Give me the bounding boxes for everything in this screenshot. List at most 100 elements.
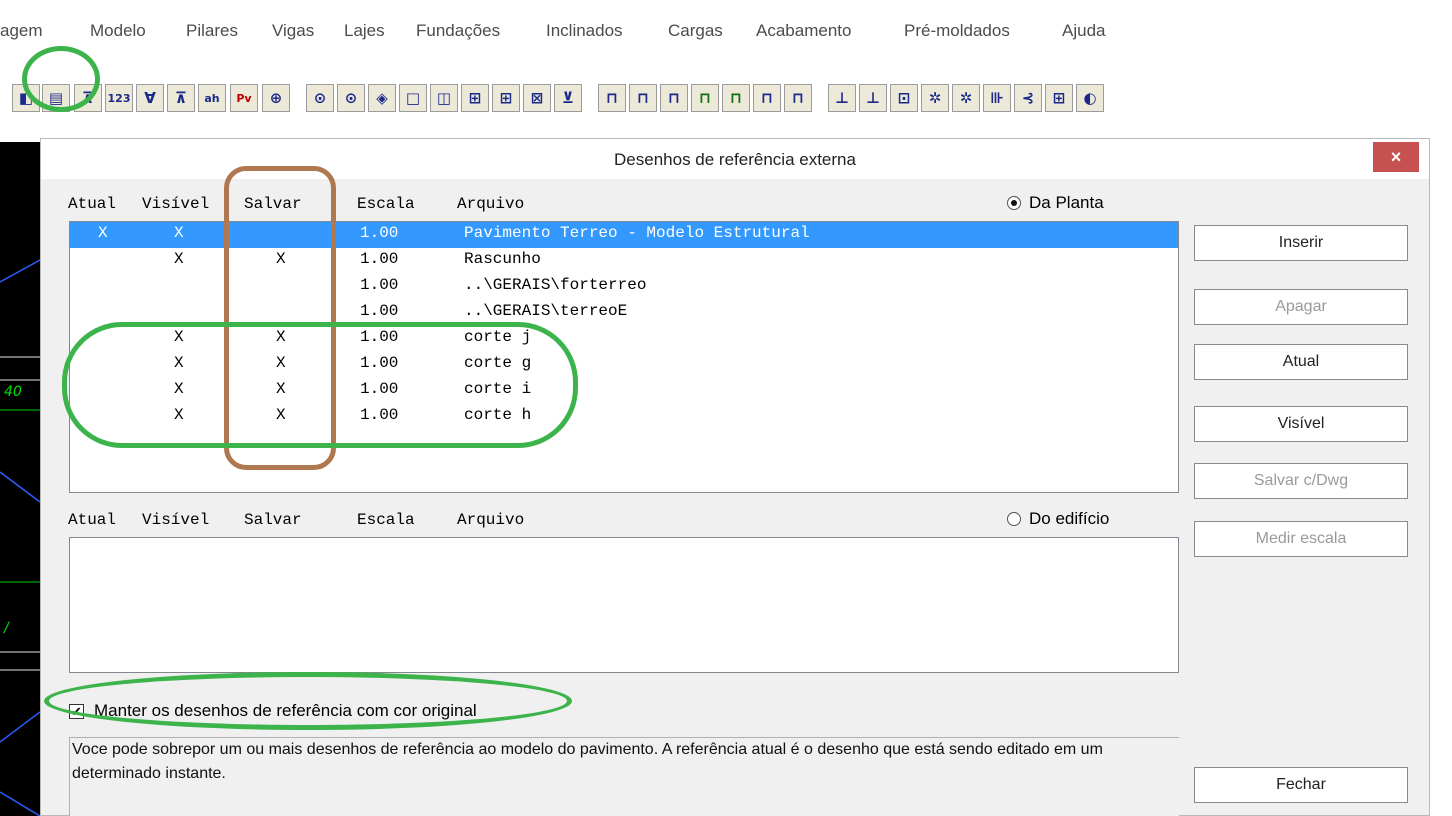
col-header-escala: Escala xyxy=(357,195,415,213)
toolbar-button-4-icon[interactable]: ∀ xyxy=(136,84,164,112)
toolbar-button-0-icon[interactable]: ◧ xyxy=(12,84,40,112)
menu-bar: agem Modelo Pilares Vigas Lajes Fundaçõe… xyxy=(0,0,1452,62)
cell-salvar: X xyxy=(276,406,286,424)
close-icon[interactable]: × xyxy=(1373,142,1419,172)
toolbar-button-26-icon[interactable]: ⊥ xyxy=(859,84,887,112)
planta-reference-list[interactable]: X X 1.00 Pavimento Terreo - Modelo Estrutur… xyxy=(69,221,1179,493)
toolbar-button-5-icon[interactable]: ⊼ xyxy=(167,84,195,112)
cell-visivel: X xyxy=(174,328,184,346)
toolbar-button-1-icon[interactable]: ▤ xyxy=(42,84,70,112)
edificio-reference-list[interactable] xyxy=(69,537,1179,673)
menu-item-cargas[interactable]: Cargas xyxy=(668,21,723,41)
cad-viewport[interactable]: 40 / xyxy=(0,142,40,816)
menu-item-ajuda[interactable]: Ajuda xyxy=(1062,21,1105,41)
table-row[interactable]: X X 1.00 Pavimento Terreo - Modelo Estrutur… xyxy=(70,222,1178,248)
cell-visivel: X xyxy=(174,224,184,242)
help-text: Voce pode sobrepor um ou mais desenhos d… xyxy=(69,737,1179,816)
table-row[interactable]: X X 1.00 corte h xyxy=(70,404,1178,430)
col-header-visivel: Visível xyxy=(142,511,210,529)
cell-visivel: X xyxy=(174,380,184,398)
toolbar-button-20-icon[interactable]: ⊓ xyxy=(660,84,688,112)
fechar-button[interactable]: Fechar xyxy=(1194,767,1408,803)
toolbar-button-19-icon[interactable]: ⊓ xyxy=(629,84,657,112)
inserir-button[interactable]: Inserir xyxy=(1194,225,1408,261)
atual-button[interactable]: Atual xyxy=(1194,344,1408,380)
keep-original-color-checkbox[interactable]: ✔ Manter os desenhos de referência com c… xyxy=(69,701,477,721)
toolbar-button-22-icon[interactable]: ⊓ xyxy=(722,84,750,112)
toolbar-button-14-icon[interactable]: ⊞ xyxy=(461,84,489,112)
toolbar-button-9-icon[interactable]: ⊙ xyxy=(306,84,334,112)
table-row[interactable]: X X 1.00 corte j xyxy=(70,326,1178,352)
toolbar-button-21-icon[interactable]: ⊓ xyxy=(691,84,719,112)
toolbar-button-10-icon[interactable]: ⊙ xyxy=(337,84,365,112)
radio-da-planta[interactable]: Da Planta xyxy=(1007,193,1104,213)
cad-label: / xyxy=(4,620,9,636)
toolbar-button-16-icon[interactable]: ⊠ xyxy=(523,84,551,112)
cell-visivel: X xyxy=(174,250,184,268)
cell-arquivo: corte j xyxy=(464,328,532,346)
toolbar-button-7-icon[interactable]: Pv xyxy=(230,84,258,112)
table-row[interactable]: X X 1.00 corte i xyxy=(70,378,1178,404)
cell-arquivo: ..\GERAIS\terreoE xyxy=(464,302,628,320)
cell-arquivo: ..\GERAIS\forterreo xyxy=(464,276,647,294)
cell-escala: 1.00 xyxy=(360,276,399,294)
toolbar-button-18-icon[interactable]: ⊓ xyxy=(598,84,626,112)
toolbar-button-27-icon[interactable]: ⊡ xyxy=(890,84,918,112)
cad-label: 40 xyxy=(4,384,22,400)
radio-do-edificio[interactable]: Do edifício xyxy=(1007,509,1109,529)
apagar-button[interactable]: Apagar xyxy=(1194,289,1408,325)
table-row[interactable]: X X 1.00 corte g xyxy=(70,352,1178,378)
col-header-salvar: Salvar xyxy=(244,511,302,529)
col-header-salvar: Salvar xyxy=(244,195,302,213)
toolbar-button-32-icon[interactable]: ⊞ xyxy=(1045,84,1073,112)
toolbar: ◧ ▤ ⊼ 123 ∀ ⊼ ah Pv ⊕ ⊙ ⊙ ◈ □ ◫ ⊞ ⊞ ⊠ ⊻ ⊓ ⊓ ⊓ ⊓ ⊓ ⊓ ⊓ ⊥ ⊥ ⊡ ✲ ✲ ⊪ ⊰ ⊞ ◐ xyxy=(0,62,1452,142)
col-header-escala: Escala xyxy=(357,511,415,529)
table-row[interactable]: X X 1.00 Rascunho xyxy=(70,248,1178,274)
toolbar-button-17-icon[interactable]: ⊻ xyxy=(554,84,582,112)
menu-item-pilares[interactable]: Pilares xyxy=(186,21,238,41)
menu-item-vigas[interactable]: Vigas xyxy=(272,21,314,41)
col-header-visivel: Visível xyxy=(142,195,210,213)
menu-item-fundacoes[interactable]: Fundações xyxy=(416,21,500,41)
table-row[interactable]: 1.00 ..\GERAIS\forterreo xyxy=(70,274,1178,300)
toolbar-button-25-icon[interactable]: ⊥ xyxy=(828,84,856,112)
col-header-arquivo: Arquivo xyxy=(457,511,525,529)
cell-salvar: X xyxy=(276,380,286,398)
menu-item-lajes[interactable]: Lajes xyxy=(344,21,385,41)
menu-item-inclinados[interactable]: Inclinados xyxy=(546,21,623,41)
toolbar-button-12-icon[interactable]: □ xyxy=(399,84,427,112)
medir-escala-button[interactable]: Medir escala xyxy=(1194,521,1408,557)
cell-visivel: X xyxy=(174,406,184,424)
menu-item-modelo[interactable]: Modelo xyxy=(90,21,146,41)
cell-escala: 1.00 xyxy=(360,406,399,424)
toolbar-button-23-icon[interactable]: ⊓ xyxy=(753,84,781,112)
toolbar-button-3-icon[interactable]: 123 xyxy=(105,84,133,112)
table-row[interactable]: 1.00 ..\GERAIS\terreoE xyxy=(70,300,1178,326)
cell-escala: 1.00 xyxy=(360,224,399,242)
toolbar-button-13-icon[interactable]: ◫ xyxy=(430,84,458,112)
salvar-dwg-button[interactable]: Salvar c/Dwg xyxy=(1194,463,1408,499)
visivel-button[interactable]: Visível xyxy=(1194,406,1408,442)
cell-escala: 1.00 xyxy=(360,354,399,372)
toolbar-button-33-icon[interactable]: ◐ xyxy=(1076,84,1104,112)
toolbar-button-30-icon[interactable]: ⊪ xyxy=(983,84,1011,112)
cell-arquivo: Pavimento Terreo - Modelo Estrutural xyxy=(464,224,810,242)
radio-label: Da Planta xyxy=(1029,193,1104,212)
toolbar-button-31-icon[interactable]: ⊰ xyxy=(1014,84,1042,112)
dialog-title: Desenhos de referência externa xyxy=(614,150,856,169)
menu-item-pre-moldados[interactable]: Pré-moldados xyxy=(904,21,1010,41)
radio-checked-icon xyxy=(1007,196,1021,210)
toolbar-button-8-icon[interactable]: ⊕ xyxy=(262,84,290,112)
toolbar-button-28-icon[interactable]: ✲ xyxy=(921,84,949,112)
toolbar-button-6-icon[interactable]: ah xyxy=(198,84,226,112)
dialog-titlebar[interactable]: Desenhos de referência externa × xyxy=(41,139,1429,179)
toolbar-button-2-icon[interactable]: ⊼ xyxy=(74,84,102,112)
cell-arquivo: Rascunho xyxy=(464,250,541,268)
cell-salvar: X xyxy=(276,354,286,372)
toolbar-button-15-icon[interactable]: ⊞ xyxy=(492,84,520,112)
toolbar-button-11-icon[interactable]: ◈ xyxy=(368,84,396,112)
toolbar-button-29-icon[interactable]: ✲ xyxy=(952,84,980,112)
menu-item-acabamento[interactable]: Acabamento xyxy=(756,21,851,41)
toolbar-button-24-icon[interactable]: ⊓ xyxy=(784,84,812,112)
menu-item-imagem[interactable]: agem xyxy=(0,21,43,41)
